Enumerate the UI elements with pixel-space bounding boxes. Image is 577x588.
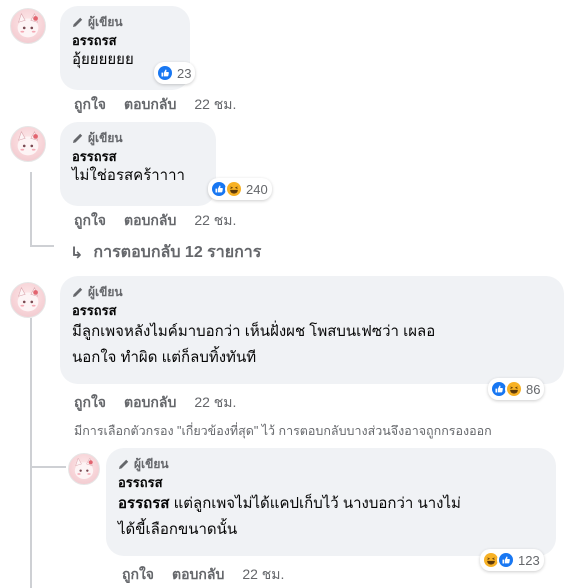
timestamp[interactable]: 22 ชม.: [194, 94, 236, 116]
like-icon: [497, 551, 515, 569]
timestamp[interactable]: 22 ชม.: [242, 564, 284, 586]
comment-text: แต่ลูกเพจไม่ได้แคปเก็บไว้ นางบอกว่า นางไ…: [169, 495, 461, 512]
author-badge-label: ผู้เขียน: [88, 285, 123, 299]
comment-text-line: มีลูกเพจหลังไมค์มาบอกว่า เห็นฝั่งผช โพสบ…: [72, 323, 436, 340]
comment-text-line: นอกใจ ทำผิด แต่ก็ลบทิ้งทันที: [72, 349, 257, 366]
comment-actions: ถูกใจ ตอบกลับ 22 ชม.: [74, 94, 236, 116]
comment-actions: ถูกใจ ตอบกลับ 22 ชม.: [74, 210, 236, 232]
avatar-image: [17, 13, 39, 38]
like-button[interactable]: ถูกใจ: [74, 392, 106, 414]
reaction-summary[interactable]: 23: [154, 62, 196, 84]
view-replies-link[interactable]: ↳ การตอบกลับ 12 รายการ: [70, 240, 261, 265]
avatar[interactable]: [10, 8, 46, 44]
reply-button[interactable]: ตอบกลับ: [172, 564, 224, 586]
author-badge-label: ผู้เขียน: [134, 457, 169, 471]
comment-bubble: ผู้เขียน อรรถรส มีลูกเพจหลังไมค์มาบอกว่า…: [60, 276, 564, 384]
comment-text: ไม่ใช่อรสคร้าาาา: [72, 167, 185, 184]
reply-button[interactable]: ตอบกลับ: [124, 392, 176, 414]
pencil-icon: [119, 459, 129, 469]
comment-text-line: อรรถรส แต่ลูกเพจไม่ได้แคปเก็บไว้ นางบอกว…: [118, 494, 544, 514]
pencil-icon: [73, 133, 83, 143]
reply-actions: ถูกใจ ตอบกลับ 22 ชม.: [122, 564, 284, 586]
avatar-image: [17, 287, 39, 312]
haha-icon: [505, 380, 523, 398]
haha-icon: [225, 180, 243, 198]
thread-rail-branch: [30, 466, 66, 468]
reaction-summary[interactable]: 123: [480, 549, 544, 571]
reaction-count: 86: [526, 381, 541, 397]
like-button[interactable]: ถูกใจ: [74, 210, 106, 232]
avatar-image: [74, 457, 94, 479]
pencil-icon: [73, 17, 83, 27]
avatar[interactable]: [10, 282, 46, 318]
like-button[interactable]: ถูกใจ: [74, 94, 106, 116]
reply-bubble: ผู้เขียน อรรถรส อรรถรส แต่ลูกเพจไม่ได้แค…: [106, 448, 556, 556]
avatar[interactable]: [68, 453, 100, 485]
thread-rail: [30, 172, 32, 247]
timestamp[interactable]: 22 ชม.: [194, 210, 236, 232]
reply-button[interactable]: ตอบกลับ: [124, 210, 176, 232]
thread-rail: [30, 318, 32, 588]
author-badge: ผู้เขียน: [118, 456, 544, 472]
avatar-image: [17, 131, 39, 156]
author-badge: ผู้เขียน: [72, 130, 204, 146]
like-icon: [156, 64, 174, 82]
comment-bubble: ผู้เขียน อรรถรส ไม่ใช่อรสคร้าาาา: [60, 122, 216, 206]
thread-rail-curve: [30, 245, 54, 247]
author-name[interactable]: อรรถรส: [72, 32, 178, 50]
mention-link[interactable]: อรรถรส: [118, 495, 169, 512]
author-name[interactable]: อรรถรส: [72, 148, 204, 166]
reply-button[interactable]: ตอบกลับ: [124, 94, 176, 116]
view-replies-label: การตอบกลับ 12 รายการ: [93, 244, 262, 261]
reaction-count: 240: [246, 181, 268, 197]
comment-actions: ถูกใจ ตอบกลับ 22 ชม.: [74, 392, 236, 414]
pencil-icon: [73, 287, 83, 297]
author-name[interactable]: อรรถรส: [72, 302, 552, 320]
author-badge: ผู้เขียน: [72, 284, 552, 300]
reply-arrow-icon: ↳: [70, 244, 84, 262]
author-badge-label: ผู้เขียน: [88, 131, 123, 145]
reaction-count: 123: [518, 552, 540, 568]
author-name[interactable]: อรรถรส: [118, 474, 544, 492]
comment-thread: ผู้เขียน อรรถรส อุ้ยยยยยย 23 ถูกใจ ตอบกล…: [0, 0, 577, 588]
like-button[interactable]: ถูกใจ: [122, 564, 154, 586]
avatar[interactable]: [10, 126, 46, 162]
reaction-count: 23: [177, 65, 192, 81]
author-badge: ผู้เขียน: [72, 14, 178, 30]
timestamp[interactable]: 22 ชม.: [194, 392, 236, 414]
comment-text-line: ได้ขี้เลือกขนาดนั้น: [118, 521, 238, 538]
filter-note: มีการเลือกตัวกรอง "เกี่ยวข้องที่สุด" ไว้…: [74, 424, 492, 438]
author-badge-label: ผู้เขียน: [88, 15, 123, 29]
reaction-summary[interactable]: 86: [488, 378, 545, 400]
reaction-summary[interactable]: 240: [208, 178, 272, 200]
